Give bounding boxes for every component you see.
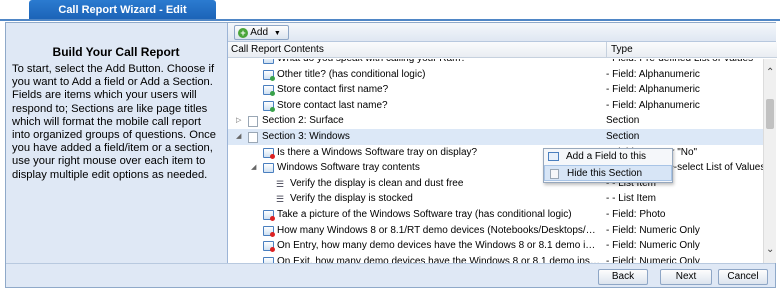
contents-panel: + Add ▼ Call Report Contents Type What d… — [227, 23, 777, 263]
next-button[interactable]: Next — [660, 269, 712, 285]
row-type: Section — [606, 115, 640, 127]
tree-row[interactable]: ☰ Verify the display is clean and dust fr… — [228, 176, 764, 192]
row-type: - Field: Alphanumeric — [606, 68, 700, 80]
section-icon — [248, 116, 258, 128]
tree-row[interactable]: Is there a Windows Software tray on disp… — [228, 145, 764, 161]
expand-toggle-icon[interactable]: ▷ — [236, 113, 241, 129]
add-button[interactable]: + Add ▼ — [234, 25, 289, 40]
field-icon — [263, 85, 275, 97]
row-type: - Field: Numeric Only — [606, 255, 700, 263]
field-icon — [263, 241, 275, 253]
list-item-icon: ☰ — [276, 178, 285, 189]
grid-header: Call Report Contents Type — [228, 42, 777, 58]
plus-icon: + — [238, 28, 248, 38]
row-label: What do you speak with calling your Ram? — [277, 59, 600, 67]
row-label: Section 2: Surface — [262, 115, 344, 127]
row-label: How many Windows 8 or 8.1/RT demo device… — [277, 224, 600, 236]
cancel-button[interactable]: Cancel — [718, 269, 768, 285]
wizard-footer: Back Next Cancel — [6, 263, 775, 287]
field-icon — [263, 225, 275, 237]
section-icon — [248, 131, 258, 143]
tree-row[interactable]: What do you speak with calling your Ram?… — [228, 59, 764, 67]
row-type: - Field: Photo — [606, 208, 666, 220]
tree-row[interactable]: Store contact first name? - Field: Alphan… — [228, 82, 764, 98]
menu-item-hide-section[interactable]: Hide this Section — [544, 165, 672, 181]
field-icon — [263, 209, 275, 221]
row-label: Other title? (has conditional logic) — [277, 68, 426, 80]
tree-row[interactable]: ☰ Verify the display is stocked - - List I… — [228, 191, 764, 207]
tree-row[interactable]: On Exit, how many demo devices have the … — [228, 254, 764, 263]
title-underline — [0, 19, 780, 21]
field-icon — [263, 69, 275, 81]
scroll-down-icon[interactable]: ⌄ — [766, 244, 774, 255]
row-type: Section — [606, 130, 640, 142]
hide-section-icon — [550, 169, 559, 179]
row-label: Store contact first name? — [277, 84, 389, 96]
list-item-icon: ☰ — [276, 194, 285, 205]
instructions-text: To start, select the Add Button. Choose … — [12, 63, 216, 181]
row-type: - Field: Numeric Only — [606, 224, 700, 236]
tree-row[interactable]: Take a picture of the Windows Software t… — [228, 207, 764, 223]
row-label: Verify the display is stocked — [290, 193, 413, 205]
row-label: On Exit, how many demo devices have the … — [277, 255, 600, 263]
field-icon — [263, 163, 274, 174]
instructions-panel: Build Your Call Report To start, select … — [6, 23, 226, 263]
wizard-panel: Build Your Call Report To start, select … — [5, 22, 777, 288]
add-button-label: Add — [250, 27, 269, 38]
tree-row[interactable]: How many Windows 8 or 8.1/RT demo device… — [228, 223, 764, 239]
field-icon — [263, 147, 275, 159]
row-type: - Field: Alphanumeric — [606, 99, 700, 111]
row-type: - Field: Pre-defined List of Values — [606, 59, 753, 67]
context-menu: Add a Field to this Section... Hide this… — [543, 148, 673, 183]
tree-section-row[interactable]: ◢ Section 3: Windows Section — [228, 128, 764, 145]
row-type: - Field: Alphanumeric — [606, 84, 700, 96]
row-label: Take a picture of the Windows Software t… — [277, 208, 572, 220]
instructions-heading: Build Your Call Report — [52, 45, 180, 59]
tree-section-row[interactable]: ▷ Section 2: Surface Section — [228, 113, 764, 129]
column-header-contents[interactable]: Call Report Contents — [231, 42, 324, 57]
scroll-thumb[interactable] — [766, 99, 774, 129]
row-type: - - List Item — [606, 193, 657, 205]
menu-item-add-field[interactable]: Add a Field to this Section... — [544, 149, 672, 178]
tree-row[interactable]: On Entry, how many demo devices have the… — [228, 238, 764, 254]
column-header-type[interactable]: Type — [606, 42, 633, 58]
tree-row[interactable]: Other title? (has conditional logic) - Fi… — [228, 67, 764, 83]
row-label: Section 3: Windows — [262, 130, 350, 142]
menu-item-label: Hide this Section — [567, 168, 643, 179]
field-icon — [263, 100, 275, 112]
add-field-icon — [548, 152, 559, 161]
expand-toggle-icon[interactable]: ◢ — [236, 129, 241, 145]
tree-row[interactable]: Store contact last name? - Field: Alphanu… — [228, 98, 764, 114]
row-label: On Entry, how many demo devices have the… — [277, 240, 600, 252]
vertical-scrollbar[interactable]: ⌃ ⌄ — [763, 59, 776, 263]
field-icon — [263, 59, 274, 64]
toolbar: + Add ▼ — [228, 23, 776, 42]
tree-row[interactable]: ◢ Windows Software tray contents - Field: … — [228, 160, 764, 176]
row-type: - Field: Numeric Only — [606, 240, 700, 252]
row-label: Store contact last name? — [277, 99, 388, 111]
expand-toggle-icon[interactable]: ◢ — [251, 160, 256, 176]
scroll-up-icon[interactable]: ⌃ — [766, 67, 774, 78]
dropdown-arrow-icon: ▼ — [273, 30, 281, 37]
window-title-tab: Call Report Wizard - Edit Sections/Field… — [29, 0, 216, 36]
back-button[interactable]: Back — [598, 269, 648, 285]
contents-tree: What do you speak with calling your Ram?… — [228, 59, 764, 263]
